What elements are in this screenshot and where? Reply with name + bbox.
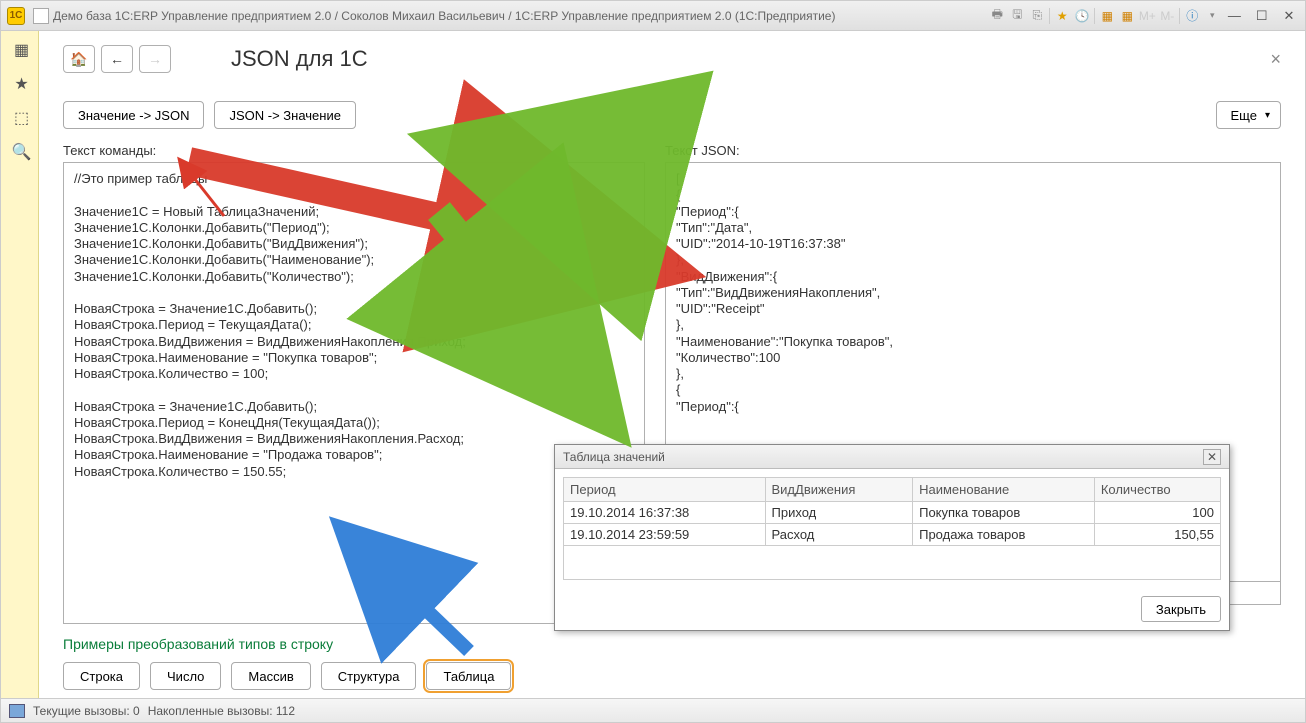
- calendar-icon[interactable]: ▦: [1119, 8, 1135, 24]
- search-icon[interactable]: 🔍: [11, 141, 33, 163]
- td-kind: Расход: [765, 524, 913, 546]
- window-title: Демо база 1С:ERP Управление предприятием…: [53, 9, 835, 23]
- status-current-calls: Текущие вызовы: 0: [33, 704, 140, 718]
- td-qty: 150,55: [1094, 524, 1220, 546]
- forward-button[interactable]: →: [139, 45, 171, 73]
- th-qty[interactable]: Количество: [1094, 478, 1220, 502]
- json-to-value-button[interactable]: JSON -> Значение: [214, 101, 355, 129]
- page-close-icon[interactable]: ×: [1270, 49, 1281, 70]
- example-string-button[interactable]: Строка: [63, 662, 140, 690]
- m-plus-icon[interactable]: M+: [1139, 8, 1155, 24]
- example-struct-button[interactable]: Структура: [321, 662, 417, 690]
- example-array-button[interactable]: Массив: [231, 662, 310, 690]
- popup-header[interactable]: Таблица значений ✕: [555, 445, 1229, 469]
- page-title: JSON для 1С: [231, 46, 368, 72]
- status-accumulated-calls: Накопленные вызовы: 112: [148, 704, 295, 718]
- td-period: 19.10.2014 23:59:59: [564, 524, 766, 546]
- nav-history: ← →: [101, 45, 171, 73]
- value-to-json-button[interactable]: Значение -> JSON: [63, 101, 204, 129]
- save-icon[interactable]: 🖫: [1009, 8, 1025, 24]
- calculator-icon[interactable]: ▦: [1099, 8, 1115, 24]
- popup-body: Период ВидДвижения Наименование Количест…: [555, 469, 1229, 588]
- history-side-icon[interactable]: ⬚: [11, 107, 33, 129]
- history-icon[interactable]: 🕓: [1074, 8, 1090, 24]
- favorite-icon[interactable]: ★: [1054, 8, 1070, 24]
- back-button[interactable]: ←: [101, 45, 133, 73]
- statusbar-icon[interactable]: [9, 704, 25, 718]
- window-controls: — ☐ ✕: [1220, 7, 1299, 24]
- json-text-label: Текст JSON:: [665, 143, 1281, 158]
- titlebar: 1C Демо база 1С:ERP Управление предприят…: [1, 1, 1305, 31]
- side-toolbar: ▦ ★ ⬚ 🔍: [1, 31, 39, 698]
- print-icon[interactable]: 🖶: [989, 8, 1005, 24]
- table-empty-area: [563, 546, 1221, 580]
- top-row: 🏠 ← → JSON для 1С ×: [63, 45, 1281, 73]
- td-kind: Приход: [765, 502, 913, 524]
- table-header-row: Период ВидДвижения Наименование Количест…: [564, 478, 1221, 502]
- popup-footer: Закрыть: [555, 588, 1229, 630]
- copy-icon[interactable]: ⎘: [1029, 8, 1045, 24]
- popup-close-icon[interactable]: ✕: [1203, 449, 1221, 465]
- favorites-icon[interactable]: ★: [11, 73, 33, 95]
- app-logo-icon: 1C: [7, 7, 25, 25]
- th-name[interactable]: Наименование: [913, 478, 1095, 502]
- popup-title: Таблица значений: [563, 450, 665, 464]
- popup-close-button[interactable]: Закрыть: [1141, 596, 1221, 622]
- actions-row: Значение -> JSON JSON -> Значение Еще: [63, 101, 1281, 129]
- table-row[interactable]: 19.10.2014 23:59:59 Расход Продажа товар…: [564, 524, 1221, 546]
- example-table-button[interactable]: Таблица: [426, 662, 511, 690]
- close-icon[interactable]: ✕: [1279, 8, 1299, 24]
- window-dropdown-icon[interactable]: [33, 8, 49, 24]
- table-row[interactable]: 19.10.2014 16:37:38 Приход Покупка товар…: [564, 502, 1221, 524]
- examples-row: Строка Число Массив Структура Таблица: [63, 662, 645, 690]
- td-name: Покупка товаров: [913, 502, 1095, 524]
- td-name: Продажа товаров: [913, 524, 1095, 546]
- info-icon[interactable]: ⓘ: [1184, 8, 1200, 24]
- statusbar: Текущие вызовы: 0 Накопленные вызовы: 11…: [1, 698, 1305, 722]
- th-period[interactable]: Период: [564, 478, 766, 502]
- command-text-label: Текст команды:: [63, 143, 645, 158]
- td-qty: 100: [1094, 502, 1220, 524]
- maximize-icon[interactable]: ☐: [1252, 8, 1272, 24]
- home-button[interactable]: 🏠: [63, 45, 95, 73]
- m-minus-icon[interactable]: M-: [1159, 8, 1175, 24]
- sections-icon[interactable]: ▦: [11, 39, 33, 61]
- th-kind[interactable]: ВидДвижения: [765, 478, 913, 502]
- examples-title: Примеры преобразований типов в строку: [63, 636, 645, 652]
- example-number-button[interactable]: Число: [150, 662, 221, 690]
- main-content: 🏠 ← → JSON для 1С × Значение -> JSON JSO…: [39, 31, 1305, 698]
- more-button[interactable]: Еще: [1216, 101, 1281, 129]
- body-area: ▦ ★ ⬚ 🔍 🏠 ← → JSON для 1С × Значение -> …: [1, 31, 1305, 698]
- nav-buttons: 🏠: [63, 45, 95, 73]
- td-period: 19.10.2014 16:37:38: [564, 502, 766, 524]
- info-dropdown-icon[interactable]: ▾: [1204, 8, 1220, 24]
- system-toolbar: 🖶 🖫 ⎘ ★ 🕓 ▦ ▦ M+ M- ⓘ ▾: [989, 8, 1220, 24]
- app-window: 1C Демо база 1С:ERP Управление предприят…: [0, 0, 1306, 723]
- minimize-icon[interactable]: —: [1224, 7, 1244, 23]
- values-table: Период ВидДвижения Наименование Количест…: [563, 477, 1221, 546]
- table-popup: Таблица значений ✕ Период ВидДвижения На…: [554, 444, 1230, 631]
